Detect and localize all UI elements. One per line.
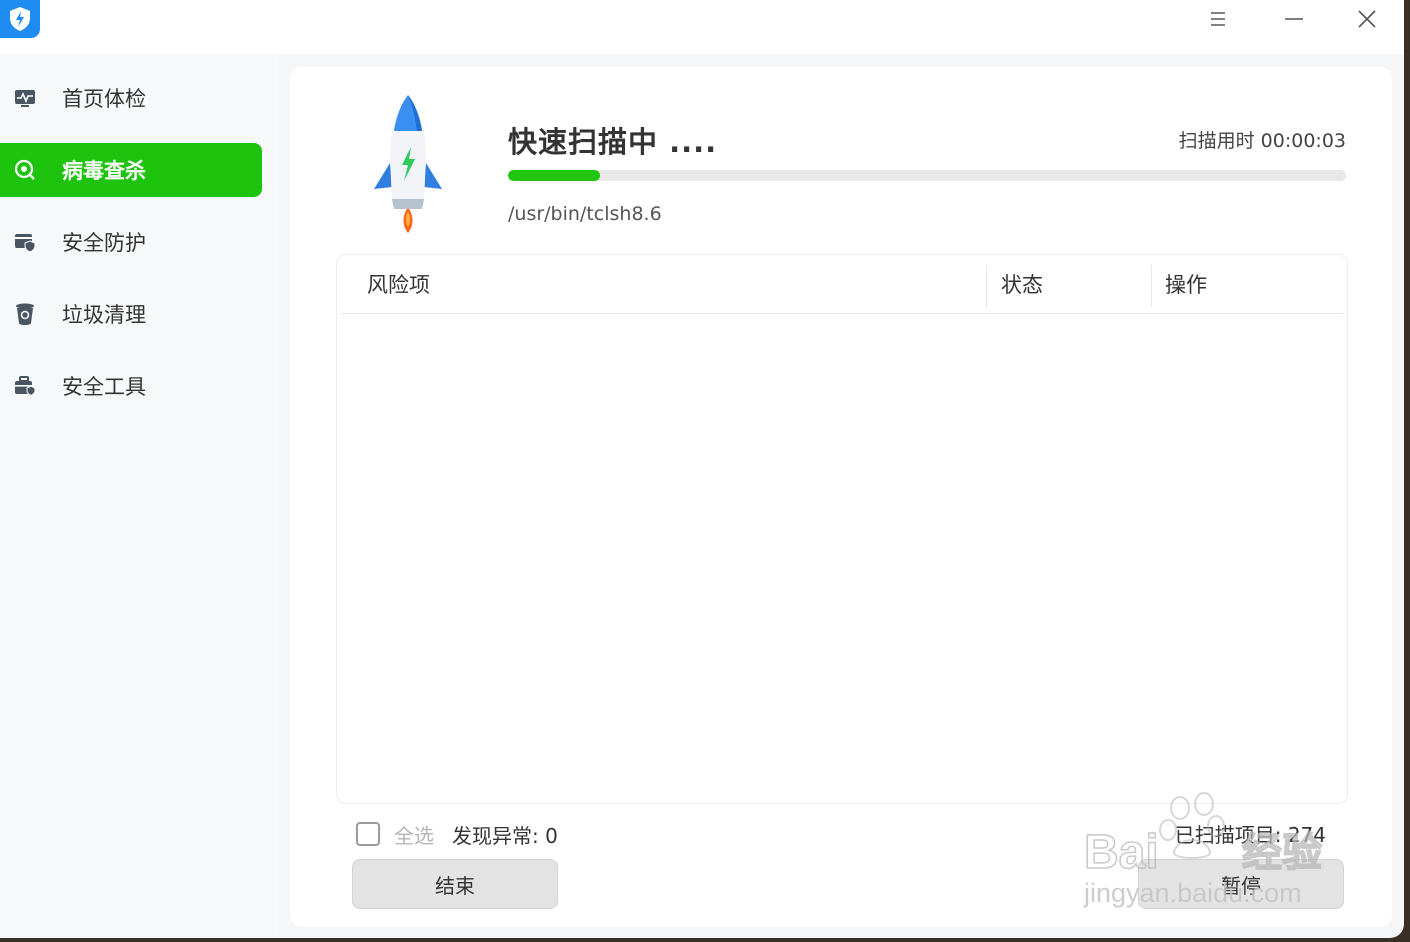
title-bar xyxy=(0,0,1404,54)
sidebar-item-health-check[interactable]: 首页体检 xyxy=(0,71,262,125)
app-logo xyxy=(0,0,40,38)
current-scan-path: /usr/bin/tclsh8.6 xyxy=(508,203,662,225)
sidebar-item-label: 病毒查杀 xyxy=(62,159,146,183)
column-header-status: 状态 xyxy=(1001,273,1043,297)
column-header-risk: 风险项 xyxy=(367,273,430,297)
app-window: 首页体检 病毒查杀 安全防护 垃圾清理 安全工具 快速扫描中 .... 扫描用时… xyxy=(0,0,1404,938)
shield-logo-icon xyxy=(10,7,30,31)
sidebar-item-virus-scan[interactable]: 病毒查杀 xyxy=(0,143,262,197)
select-all-label[interactable]: 全选 xyxy=(394,820,434,849)
column-header-action: 操作 xyxy=(1165,273,1207,297)
footer-left: 全选 发现异常: 0 xyxy=(356,817,558,851)
close-button[interactable] xyxy=(1347,4,1387,34)
scanned-items-count: 已扫描项目: 274 xyxy=(1174,823,1326,847)
minimize-icon xyxy=(1285,18,1303,20)
toolbox-icon xyxy=(12,373,38,399)
sidebar-item-label: 垃圾清理 xyxy=(62,303,146,327)
pause-scan-button[interactable]: 暂停 xyxy=(1138,859,1344,909)
virus-scan-icon xyxy=(12,157,38,183)
monitor-pulse-icon xyxy=(12,85,38,111)
minimize-button[interactable] xyxy=(1274,4,1314,34)
sidebar-item-label: 安全工具 xyxy=(62,375,146,399)
column-divider xyxy=(986,265,987,307)
sidebar: 首页体检 病毒查杀 安全防护 垃圾清理 安全工具 xyxy=(0,54,279,938)
found-anomalies-count: 发现异常: 0 xyxy=(452,823,558,848)
shield-card-icon xyxy=(12,229,38,255)
sidebar-item-tools[interactable]: 安全工具 xyxy=(0,359,262,413)
main-panel: 快速扫描中 .... 扫描用时 00:00:03 /usr/bin/tclsh8… xyxy=(290,67,1392,927)
scan-elapsed-time: 扫描用时 00:00:03 xyxy=(1178,130,1346,152)
select-all-checkbox[interactable] xyxy=(356,822,380,846)
menu-icon xyxy=(1211,12,1225,26)
scan-progress-bar xyxy=(508,170,1346,181)
end-scan-button[interactable]: 结束 xyxy=(352,859,558,909)
close-icon xyxy=(1358,10,1376,28)
risk-table: 风险项 状态 操作 xyxy=(336,254,1348,804)
sidebar-item-cleanup[interactable]: 垃圾清理 xyxy=(0,287,262,341)
column-divider xyxy=(1151,265,1152,307)
scan-title: 快速扫描中 .... xyxy=(508,125,718,159)
trash-bin-icon xyxy=(12,301,38,327)
sidebar-item-label: 安全防护 xyxy=(62,231,146,255)
table-header: 风险项 状态 操作 xyxy=(341,255,1343,314)
rocket-icon xyxy=(374,95,442,233)
menu-button[interactable] xyxy=(1198,4,1238,34)
sidebar-item-label: 首页体检 xyxy=(62,87,146,111)
sidebar-item-protection[interactable]: 安全防护 xyxy=(0,215,262,269)
scan-progress-fill xyxy=(508,170,601,181)
